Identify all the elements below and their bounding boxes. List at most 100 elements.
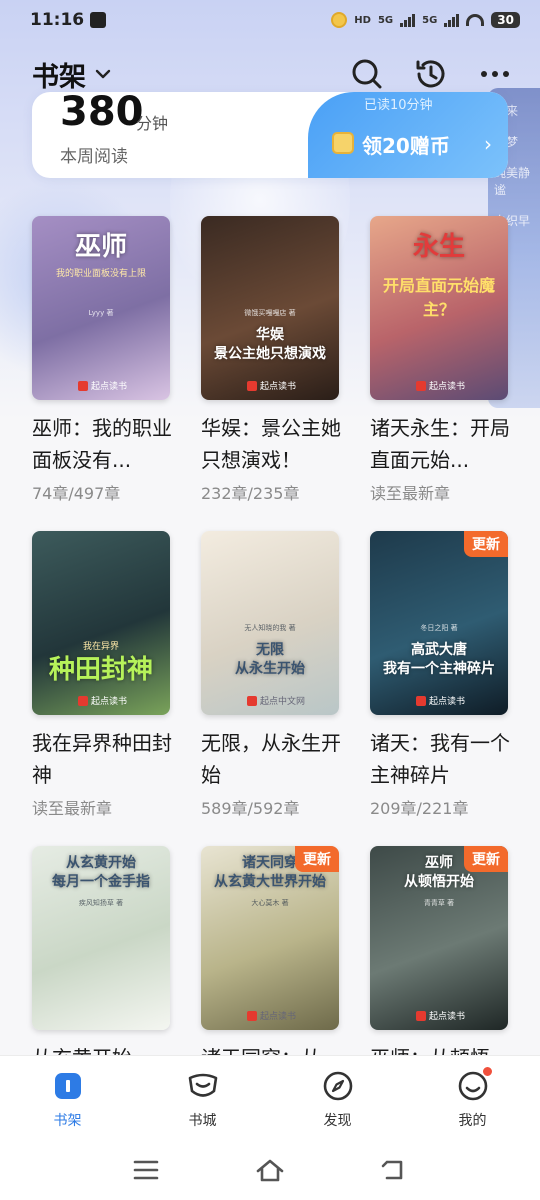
cover-author: 微饿买嘎嘎店 著 [244, 309, 296, 317]
publisher-icon [247, 1010, 257, 1021]
nav-discover[interactable]: 发现 [270, 1056, 405, 1140]
home-icon[interactable] [253, 1153, 287, 1187]
status-icons: HD 5G 5G 30 [331, 12, 520, 28]
bookshelf-icon [50, 1068, 86, 1104]
header-actions [350, 57, 512, 91]
publisher-logo: 起点读书 [416, 1009, 465, 1022]
nav-profile[interactable]: 我的 [405, 1056, 540, 1140]
book-title[interactable]: 我在异界种田封神 [32, 727, 172, 791]
book-cover[interactable]: 种田封神 我在异界 起点读书 [32, 531, 170, 715]
signal-icon [444, 13, 460, 27]
cover-title: 巫师 [74, 232, 127, 262]
search-icon[interactable] [350, 57, 384, 91]
bookstore-icon [185, 1068, 221, 1104]
reading-progress: 232章/235章 [201, 484, 300, 503]
book-item[interactable]: 种田封神 我在异界 起点读书 我在异界种田封神 读至最新章 [32, 531, 172, 819]
book-title[interactable]: 无限，从永生开始 [201, 727, 341, 791]
book-item[interactable]: 巫师 我的职业面板没有上限 Lyyy 著起点读书 巫师：我的职业面板没有... 74章/… [32, 216, 172, 504]
publisher-name: 起点读书 [429, 382, 466, 392]
cover-title: 永生 [412, 232, 465, 262]
update-badge: 更新 [464, 531, 508, 557]
discover-icon [320, 1068, 356, 1104]
publisher-icon [416, 1010, 426, 1021]
publisher-name: 起点读书 [91, 697, 128, 707]
more-icon[interactable] [478, 57, 512, 91]
network-badge: 5G [422, 14, 438, 26]
coin-reward-button[interactable]: 已读10分钟 领20赠币 › [308, 92, 508, 178]
cover-title: 高武大唐 我有一个主神碎片 [383, 642, 495, 677]
book-cover[interactable]: 华娱 景公主她只想演戏 微饿买嘎嘎店 著起点读书 [201, 216, 339, 400]
nav-label: 我的 [458, 1113, 487, 1129]
publisher-icon [78, 695, 88, 706]
update-badge: 更新 [464, 846, 508, 872]
publisher-name: 起点读书 [260, 382, 297, 392]
cover-title: 无限 从永生开始 [235, 642, 305, 677]
cover-subtitle: 开局直面元始魔主？ [382, 276, 495, 319]
reading-progress: 74章/497章 [32, 484, 121, 503]
publisher-icon [247, 695, 257, 706]
book-item[interactable]: 无限 从永生开始 无人知晓的我 著起点中文网 无限，从永生开始 589章/592章 [201, 531, 341, 819]
network-badge: 5G [377, 14, 394, 26]
book-cover[interactable]: 从玄黄开始 每月一个金手指 疾风知扬草 著 [32, 846, 170, 1030]
reading-progress: 209章/221章 [370, 799, 469, 818]
cover-author: Lyyy 著 [88, 309, 114, 317]
history-icon[interactable] [414, 57, 448, 91]
publisher-logo: 起点中文网 [247, 694, 305, 707]
book-cover[interactable]: 诸天同穿 从玄黄大世界开始 大心莫木 著起点读书 更新 [201, 846, 339, 1030]
hd-badge: HD [354, 14, 371, 26]
notification-dot [481, 1066, 493, 1077]
menu-icon[interactable] [129, 1153, 163, 1187]
profile-icon [455, 1066, 493, 1104]
signal-icon [400, 13, 416, 27]
book-cover[interactable]: 永生开局直面元始魔主？ 起点读书 [370, 216, 508, 400]
book-item[interactable]: 高武大唐 我有一个主神碎片 冬日之阳 著起点读书 更新诸天：我有一个主神碎片 209章… [370, 531, 510, 819]
update-badge: 更新 [295, 846, 339, 872]
system-nav-bar [0, 1140, 540, 1200]
book-cover[interactable]: 无限 从永生开始 无人知晓的我 著起点中文网 [201, 531, 339, 715]
book-title[interactable]: 诸天永生：开局直面元始... [370, 412, 510, 476]
nav-label: 书城 [188, 1113, 217, 1129]
reading-stats-card[interactable]: 380 分钟 本周阅读 已读10分钟 领20赠币 › [32, 92, 508, 178]
publisher-name: 起点读书 [429, 1012, 466, 1022]
page-title[interactable]: 书架 [32, 55, 86, 94]
book-cover[interactable]: 高武大唐 我有一个主神碎片 冬日之阳 著起点读书 更新 [370, 531, 508, 715]
book-title[interactable]: 华娱：景公主她只想演戏！ [201, 412, 341, 476]
publisher-logo: 起点读书 [78, 379, 127, 392]
publisher-logo: 起点读书 [416, 379, 465, 392]
book-title[interactable]: 巫师：我的职业面板没有... [32, 412, 172, 476]
nav-label: 发现 [323, 1113, 352, 1129]
nav-bookstore[interactable]: 书城 [135, 1056, 270, 1140]
book-title[interactable]: 诸天：我有一个主神碎片 [370, 727, 510, 791]
nav-bookshelf[interactable]: 书架 [0, 1056, 135, 1140]
publisher-name: 起点读书 [91, 382, 128, 392]
cover-title: 从玄黄开始 每月一个金手指 [52, 855, 150, 890]
reward-top-text: 已读10分钟 [364, 98, 433, 113]
cover-author: 冬日之阳 著 [420, 624, 458, 632]
status-time: 11:16 [30, 10, 85, 30]
chevron-down-icon[interactable] [94, 65, 112, 83]
publisher-logo: 起点读书 [416, 694, 465, 707]
notification-icon [331, 12, 348, 28]
book-cover[interactable]: 巫师 从顿悟开始 青青草 著起点读书 更新 [370, 846, 508, 1030]
book-item[interactable]: 永生开局直面元始魔主？ 起点读书诸天永生：开局直面元始... 读至最新章 [370, 216, 510, 504]
book-item[interactable]: 华娱 景公主她只想演戏 微饿买嘎嘎店 著起点读书华娱：景公主她只想演戏！ 232章/… [201, 216, 341, 504]
reading-progress: 读至最新章 [370, 484, 451, 503]
publisher-icon [247, 380, 257, 391]
publisher-name: 起点中文网 [260, 697, 306, 707]
bottom-nav: 书架 书城 发现 我的 [0, 1055, 540, 1140]
back-icon[interactable] [377, 1153, 411, 1187]
book-cover[interactable]: 巫师 我的职业面板没有上限 Lyyy 著起点读书 [32, 216, 170, 400]
reading-minutes: 380 [60, 92, 144, 135]
publisher-logo: 起点读书 [247, 1009, 296, 1022]
cover-subtitle: 我在异界 [82, 642, 119, 652]
reading-unit: 分钟 [136, 114, 169, 133]
publisher-logo: 起点读书 [78, 694, 127, 707]
status-bar: 11:16 HD 5G 5G 30 [0, 0, 540, 40]
cover-author: 青青草 著 [423, 899, 455, 907]
publisher-icon [78, 380, 88, 391]
cover-author: 大心莫木 著 [251, 899, 289, 907]
cover-author: 无人知晓的我 著 [244, 624, 296, 632]
publisher-name: 起点读书 [260, 1012, 297, 1022]
tiktok-icon [90, 12, 107, 28]
cover-title: 华娱 景公主她只想演戏 [214, 327, 326, 362]
